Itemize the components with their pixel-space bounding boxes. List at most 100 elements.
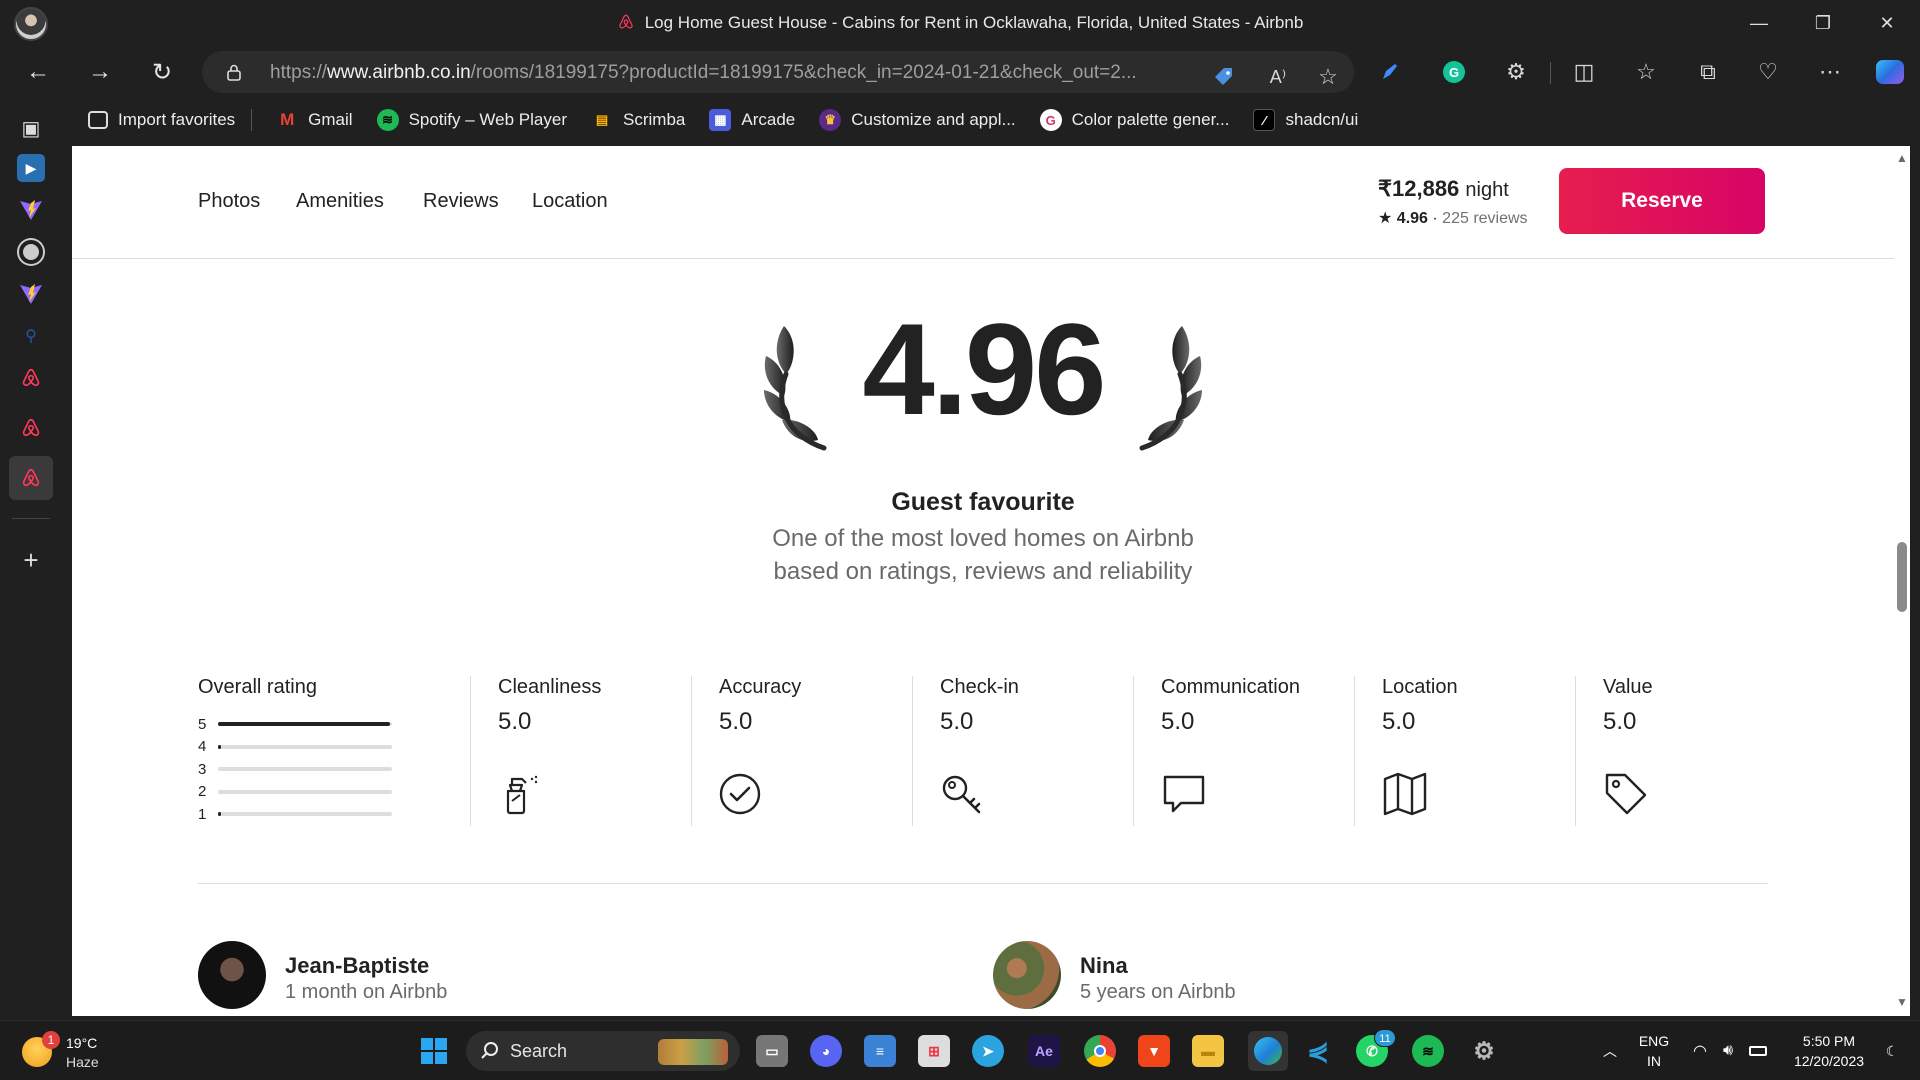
region-code: IN [1647, 1053, 1661, 1069]
grammarly-extension-button[interactable]: G [1438, 56, 1470, 88]
favorite-spotify[interactable]: ≋ Spotify – Web Player [376, 109, 567, 131]
sidebar-tab-airbnb-active[interactable] [9, 456, 53, 500]
taskbar-app-after-effects[interactable]: Ae [1028, 1035, 1060, 1067]
sidebar-tab-github[interactable] [11, 232, 51, 272]
avatar[interactable] [993, 941, 1061, 1009]
close-window-button[interactable]: ✕ [1856, 0, 1918, 46]
sidebar-tab-vite[interactable] [11, 190, 51, 230]
windows-logo-icon [421, 1038, 447, 1064]
restore-button[interactable]: ❐ [1792, 0, 1854, 46]
battery-icon [1749, 1046, 1767, 1056]
taskbar-app-file-explorer[interactable]: ▬ [1192, 1035, 1224, 1067]
start-button[interactable] [418, 1035, 450, 1067]
more-menu-button[interactable]: ⋯ [1814, 56, 1846, 88]
collections-button[interactable]: ⧉ [1692, 56, 1724, 88]
rating-bar-row: 3 [198, 758, 392, 781]
guest-favourite-badge: Guest favourite [891, 488, 1075, 516]
github-icon [19, 240, 43, 264]
nav-link-reviews[interactable]: Reviews [423, 190, 499, 213]
notification-center-button[interactable]: ☾ [1880, 1021, 1904, 1080]
battery-status[interactable] [1746, 1021, 1770, 1080]
favorite-customize[interactable]: ♛ Customize and appl... [819, 109, 1016, 131]
address-bar[interactable]: https://www.airbnb.co.in/rooms/18199175?… [202, 51, 1354, 93]
rating-bar-fill [218, 812, 222, 817]
favorite-shadcn[interactable]: ⁄ shadcn/ui [1253, 109, 1358, 131]
reserve-button[interactable]: Reserve [1559, 168, 1765, 234]
scroll-thumb[interactable] [1897, 542, 1907, 612]
airbnb-logo-icon [22, 368, 40, 387]
back-button[interactable]: ← [18, 54, 58, 90]
favorite-import[interactable]: Import favorites [88, 110, 235, 130]
sidebar-tab-airbnb-1[interactable] [11, 358, 51, 398]
scroll-up-icon[interactable]: ▲ [1896, 152, 1908, 164]
tab-actions-button[interactable]: ▣ [11, 108, 51, 148]
taskbar-app-settings[interactable]: ⚙ [1468, 1035, 1500, 1067]
new-tab-button[interactable]: + [11, 540, 51, 580]
after-effects-icon: Ae [1035, 1043, 1053, 1059]
rating-bar-track [218, 722, 392, 727]
store-icon: ⊞ [928, 1042, 940, 1059]
sidebar-tab-airbnb-2[interactable] [11, 408, 51, 448]
show-hidden-icons-button[interactable]: ︿ [1598, 1021, 1622, 1080]
language-indicator[interactable]: ENG IN [1636, 1031, 1672, 1071]
sidebar-tab-vite-2[interactable] [11, 274, 51, 314]
taskbar-app-chrome[interactable] [1084, 1035, 1116, 1067]
url-scheme: https:// [270, 62, 328, 83]
sidebar-tab-scrimba[interactable]: ▶ [11, 148, 51, 188]
favorite-star-button[interactable]: ☆ [1312, 61, 1344, 93]
scrimba-icon: ▤ [595, 112, 609, 127]
tag-icon [1215, 68, 1232, 85]
taskbar-app-telegram[interactable]: ➤ [972, 1035, 1004, 1067]
coupon-tag-button[interactable] [1208, 61, 1240, 93]
url-text[interactable]: https://www.airbnb.co.in/rooms/18199175?… [270, 62, 1210, 84]
pen-extension-button[interactable] [1374, 56, 1406, 88]
favorite-color-palette[interactable]: G Color palette gener... [1039, 109, 1229, 131]
extensions-button[interactable]: ⚙ [1500, 56, 1532, 88]
airbnb-logo-icon [22, 418, 40, 437]
sidebar-tab-search[interactable]: ⚲ [11, 316, 51, 356]
whatsapp-notification-badge: 11 [1374, 1029, 1396, 1047]
taskbar-app-brave[interactable]: ▼ [1138, 1035, 1170, 1067]
taskbar-app-vscode[interactable]: ⋞ [1302, 1035, 1334, 1067]
split-screen-button[interactable]: ◫ [1568, 56, 1600, 88]
spray-bottle-icon [506, 775, 538, 815]
favorite-gmail[interactable]: M Gmail [276, 109, 353, 131]
sidebar-divider [12, 518, 50, 519]
taskbar-app-store[interactable]: ⊞ [918, 1035, 950, 1067]
rating-bar-row: 5 [198, 713, 392, 736]
favorite-scrimba[interactable]: ▤ Scrimba [591, 109, 686, 131]
taskbar-search[interactable]: Search [466, 1031, 740, 1071]
wifi-status[interactable]: ◠ [1688, 1021, 1712, 1080]
system-clock[interactable]: 5:50 PM 12/20/2023 [1782, 1031, 1876, 1071]
favorite-arcade[interactable]: ▦ Arcade [709, 109, 795, 131]
favorite-label: shadcn/ui [1285, 110, 1359, 129]
weather-condition: Haze [66, 1054, 99, 1070]
read-aloud-button[interactable]: A⁾ [1262, 61, 1294, 93]
forward-button[interactable]: → [80, 54, 120, 90]
vite-icon [20, 284, 42, 304]
scroll-down-icon[interactable]: ▼ [1896, 996, 1908, 1008]
copilot-button[interactable] [1874, 56, 1906, 88]
taskbar-app-edge[interactable] [1248, 1031, 1288, 1071]
overall-rating-title: Overall rating [198, 676, 317, 698]
minimize-button[interactable]: — [1728, 0, 1790, 46]
category-value: 5.0 [1382, 708, 1416, 735]
page-scrollbar[interactable]: ▲ ▼ [1894, 146, 1910, 1016]
nav-link-amenities[interactable]: Amenities [296, 190, 384, 213]
refresh-button[interactable]: ↻ [142, 54, 182, 90]
ellipsis-icon: ⋯ [1819, 59, 1841, 84]
taskbar-app-discord[interactable]: ◕ [810, 1035, 842, 1067]
weather-widget[interactable]: 1 19°C Haze [22, 1031, 122, 1071]
wifi-icon: ◠ [1693, 1043, 1707, 1060]
browser-essentials-button[interactable]: ♡ [1752, 56, 1784, 88]
taskbar-app-spotify[interactable]: ≋ [1412, 1035, 1444, 1067]
nav-link-location[interactable]: Location [532, 190, 608, 213]
review-count-link[interactable]: 225 reviews [1442, 210, 1527, 227]
avatar[interactable] [198, 941, 266, 1009]
taskbar-app-task-view[interactable]: ▭ [756, 1035, 788, 1067]
taskbar-app-notepad[interactable]: ≡ [864, 1035, 896, 1067]
volume-status[interactable]: 🔊︎ [1716, 1021, 1740, 1080]
favorites-button[interactable]: ☆ [1630, 56, 1662, 88]
nav-link-photos[interactable]: Photos [198, 190, 260, 213]
arcade-icon: ▦ [709, 109, 732, 131]
